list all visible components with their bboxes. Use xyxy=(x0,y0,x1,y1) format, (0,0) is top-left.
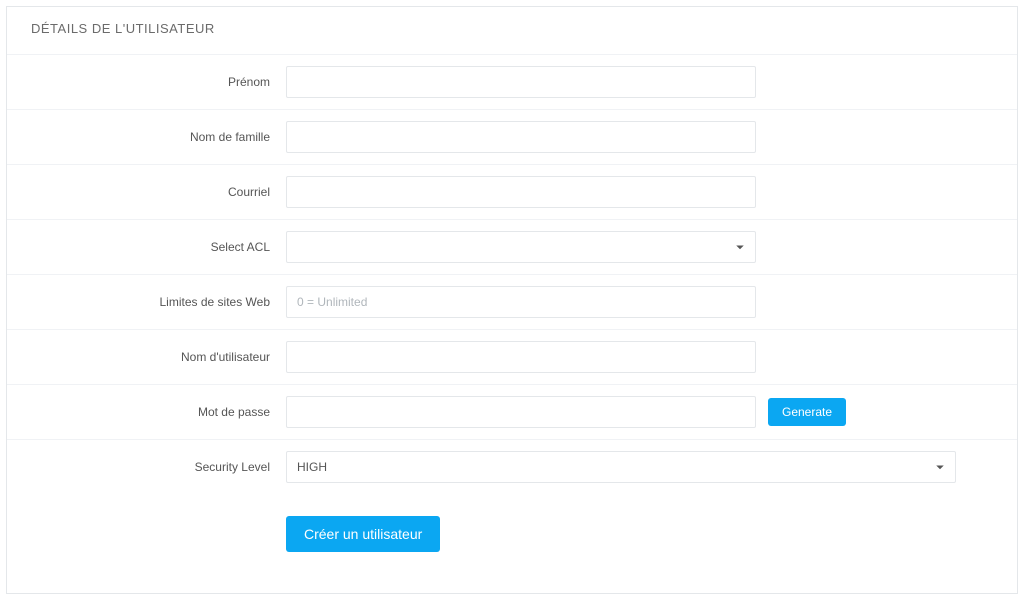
form-row-email: Courriel xyxy=(7,164,1017,219)
email-input[interactable] xyxy=(286,176,756,208)
form-row-username: Nom d'utilisateur xyxy=(7,329,1017,384)
website-limits-label: Limites de sites Web xyxy=(31,295,286,309)
form-row-password: Mot de passe Generate xyxy=(7,384,1017,439)
form-row-website-limits: Limites de sites Web xyxy=(7,274,1017,329)
website-limits-input[interactable] xyxy=(286,286,756,318)
form-row-select-acl: Select ACL xyxy=(7,219,1017,274)
select-acl-select[interactable] xyxy=(286,231,756,263)
create-user-button[interactable]: Créer un utilisateur xyxy=(286,516,440,552)
user-details-panel: DÉTAILS DE L'UTILISATEUR Prénom Nom de f… xyxy=(6,6,1018,594)
password-input[interactable] xyxy=(286,396,756,428)
last-name-label: Nom de famille xyxy=(31,130,286,144)
username-input[interactable] xyxy=(286,341,756,373)
security-level-label: Security Level xyxy=(31,460,286,474)
first-name-input[interactable] xyxy=(286,66,756,98)
generate-button[interactable]: Generate xyxy=(768,398,846,426)
form-row-first-name: Prénom xyxy=(7,54,1017,109)
form-row-submit: . Créer un utilisateur xyxy=(7,494,1017,563)
first-name-label: Prénom xyxy=(31,75,286,89)
security-level-select[interactable]: HIGH xyxy=(286,451,956,483)
email-label: Courriel xyxy=(31,185,286,199)
last-name-input[interactable] xyxy=(286,121,756,153)
panel-heading: DÉTAILS DE L'UTILISATEUR xyxy=(7,21,1017,54)
form-row-security-level: Security Level HIGH xyxy=(7,439,1017,494)
username-label: Nom d'utilisateur xyxy=(31,350,286,364)
password-label: Mot de passe xyxy=(31,405,286,419)
select-acl-label: Select ACL xyxy=(31,240,286,254)
form-row-last-name: Nom de famille xyxy=(7,109,1017,164)
